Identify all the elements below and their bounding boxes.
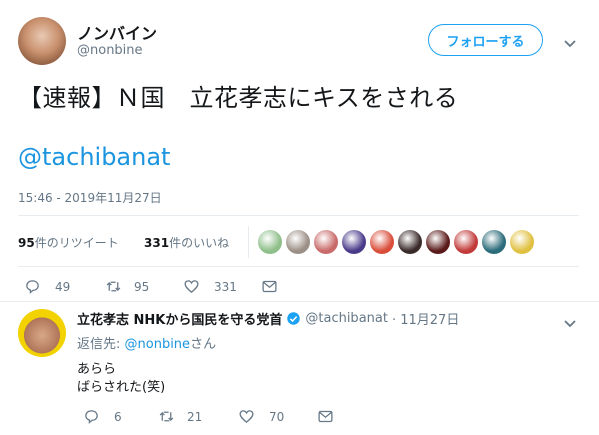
reply-like-count: 70 (269, 409, 285, 424)
like-stat[interactable]: 331件のいいね (144, 234, 229, 251)
envelope-icon (262, 280, 277, 293)
reply-like-action[interactable]: 70 (238, 408, 284, 425)
like-count: 331 (144, 236, 170, 250)
chevron-down-icon[interactable] (563, 314, 577, 333)
reply-retweet-count: 21 (187, 409, 203, 424)
reply-reply-count: 6 (114, 409, 122, 424)
tweet-mention-link[interactable]: @tachibanat (18, 143, 170, 171)
like-count-action: 331 (214, 279, 237, 294)
author-handle[interactable]: @nonbine (77, 43, 143, 58)
reply-reply-action[interactable]: 6 (83, 408, 122, 425)
likers-avatars (258, 230, 534, 254)
retweet-count: 95 (18, 236, 35, 250)
reply-author-avatar[interactable] (18, 309, 66, 357)
retweet-stat[interactable]: 95件のリツイート (18, 234, 119, 251)
verified-badge-icon (287, 312, 301, 325)
retweet-icon (159, 411, 174, 422)
retweet-icon (106, 281, 121, 292)
divider (18, 215, 579, 216)
heart-icon (184, 280, 199, 293)
liker-avatar[interactable] (370, 230, 394, 254)
follow-button[interactable]: フォローする (428, 24, 543, 56)
liker-avatar[interactable] (510, 230, 534, 254)
divider (0, 301, 599, 302)
envelope-icon (318, 410, 333, 423)
liker-avatar[interactable] (258, 230, 282, 254)
reply-author-display-name[interactable]: 立花孝志 NHKから国民を守る党首 (77, 309, 282, 328)
reply-author-line: 立花孝志 NHKから国民を守る党首 @tachibanat · 11月27日 (77, 309, 459, 328)
like-stat-label: 件のいいね (169, 236, 230, 250)
reply-count: 49 (55, 279, 71, 294)
chevron-down-icon[interactable] (563, 34, 577, 53)
liker-avatar[interactable] (454, 230, 478, 254)
tweet-timestamp[interactable]: 15:46 - 2019年11月27日 (18, 189, 162, 206)
reply-text-line: ばらされた(笑) (77, 380, 166, 395)
liker-avatar[interactable] (314, 230, 338, 254)
author-display-name[interactable]: ノンバイン (77, 20, 157, 44)
reply-icon (85, 410, 98, 424)
reply-author-handle[interactable]: @tachibanat (305, 311, 388, 326)
reply-date[interactable]: · 11月27日 (392, 309, 459, 328)
divider (18, 266, 579, 267)
retweet-count: 95 (134, 279, 150, 294)
tweet-text: 【速報】Ｎ国 立花孝志にキスをされる (18, 84, 459, 112)
heart-icon (239, 410, 254, 423)
liker-avatar[interactable] (398, 230, 422, 254)
replying-to: 返信先: @nonbineさん (77, 333, 216, 352)
retweet-action[interactable]: 95 (105, 278, 149, 295)
message-action[interactable] (261, 278, 278, 295)
liker-avatar[interactable] (342, 230, 366, 254)
retweet-stat-label: 件のリツイート (34, 236, 119, 250)
stats-separator (248, 226, 249, 258)
liker-avatar[interactable] (426, 230, 450, 254)
author-avatar[interactable] (18, 17, 66, 65)
reply-retweet-action[interactable]: 21 (158, 408, 202, 425)
reply-text-line: あらら (77, 362, 117, 377)
reply-icon (26, 280, 39, 294)
liker-avatar[interactable] (286, 230, 310, 254)
replying-to-prefix: 返信先: (77, 337, 125, 352)
like-action[interactable]: 331 (183, 278, 237, 295)
replying-to-suffix: さん (190, 337, 217, 352)
reply-action[interactable]: 49 (24, 278, 70, 295)
replying-to-handle[interactable]: @nonbine (125, 337, 191, 352)
liker-avatar[interactable] (482, 230, 506, 254)
reply-message-action[interactable] (317, 408, 334, 425)
